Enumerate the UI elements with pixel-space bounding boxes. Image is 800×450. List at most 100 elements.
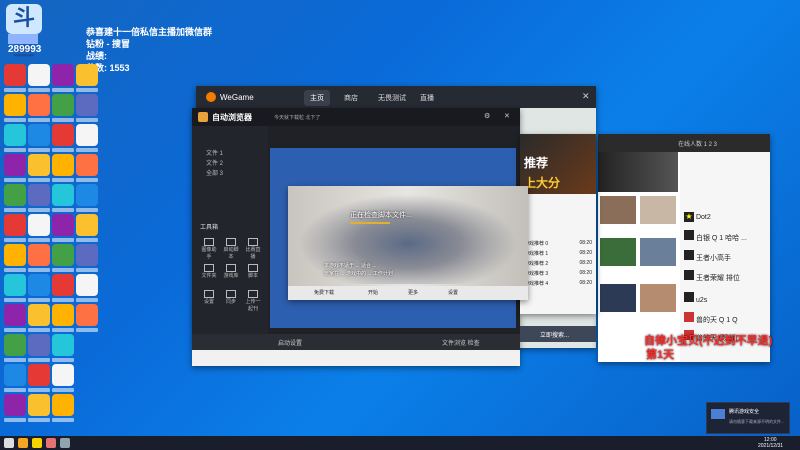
desktop-shortcut-icon[interactable]	[52, 334, 74, 356]
list-item[interactable]: 文件 2	[206, 158, 223, 167]
dialog-button[interactable]: 开始	[368, 289, 378, 296]
desktop-shortcut-icon[interactable]	[76, 154, 98, 176]
desktop-shortcut-icon[interactable]	[76, 274, 98, 296]
desktop-shortcut-icon[interactable]	[4, 184, 26, 206]
taskbar-app-icon[interactable]	[46, 438, 56, 448]
desktop-shortcut-icon[interactable]	[28, 214, 50, 236]
sidebar-tool[interactable]: 启动脚本	[222, 238, 240, 260]
desktop-shortcut-icon[interactable]	[28, 94, 50, 116]
dialog-button[interactable]: 免费下载	[314, 289, 334, 296]
desktop-shortcut-icon[interactable]	[76, 64, 98, 86]
list-item[interactable]: 文件 1	[206, 148, 223, 157]
desktop-shortcut-icon[interactable]	[4, 394, 26, 416]
desktop-shortcut-icon[interactable]	[28, 154, 50, 176]
chat-item: 兽的天 Q 1 Q	[684, 312, 738, 325]
desktop-shortcut-label	[52, 238, 74, 242]
sidebar-tool[interactable]: 图像助手	[200, 238, 218, 260]
desktop-shortcut-icon[interactable]	[76, 244, 98, 266]
desktop: { "overlay": { "logo": "斗鱼", "room_count…	[0, 0, 800, 450]
video-thumb[interactable]	[640, 196, 676, 224]
desktop-shortcut-icon[interactable]	[52, 244, 74, 266]
desktop-shortcut-icon[interactable]	[4, 364, 26, 386]
video-thumb[interactable]	[600, 196, 636, 224]
dialog-button[interactable]: 更多	[408, 289, 418, 296]
desktop-shortcut-icon[interactable]	[52, 154, 74, 176]
desktop-shortcut-icon[interactable]	[52, 214, 74, 236]
desktop-shortcut-label	[28, 118, 50, 122]
video-thumb[interactable]	[600, 284, 636, 312]
desktop-shortcut-icon[interactable]	[52, 124, 74, 146]
list-item[interactable]: 游戏推荐 4 08:20	[524, 280, 592, 290]
desktop-shortcut-icon[interactable]	[28, 124, 50, 146]
desktop-shortcut-icon[interactable]	[52, 394, 74, 416]
desktop-shortcut-icon[interactable]	[4, 214, 26, 236]
list-item[interactable]: 游戏推荐 0 08:20	[524, 240, 592, 250]
desktop-shortcut-icon[interactable]	[4, 274, 26, 296]
sidebar-tool[interactable]: 同步	[222, 290, 240, 305]
desktop-shortcut-icon[interactable]	[28, 64, 50, 86]
list-item[interactable]: 全部 3	[206, 168, 223, 177]
taskbar-app-icon[interactable]	[18, 438, 28, 448]
wegame-brand: WeGame	[220, 93, 254, 102]
search-label: 立即搜索...	[540, 333, 570, 339]
desktop-shortcut-icon[interactable]	[4, 154, 26, 176]
video-thumb[interactable]	[640, 284, 676, 312]
sidebar-tool[interactable]: 上传一起刊	[244, 290, 262, 312]
banner-sub: 上大分	[524, 176, 561, 190]
sidebar-tool[interactable]: 脚本	[244, 264, 262, 279]
close-icon[interactable]: ✕	[504, 112, 510, 120]
desktop-shortcut-icon[interactable]	[4, 334, 26, 356]
desktop-shortcut-label	[28, 208, 50, 212]
tab-test[interactable]: 无畏测试	[378, 93, 406, 103]
sidebar-tool[interactable]: 设置	[200, 290, 218, 305]
desktop-shortcut-icon[interactable]	[28, 184, 50, 206]
launch-settings[interactable]: 启动设置	[278, 338, 302, 347]
taskbar-app-icon[interactable]	[32, 438, 42, 448]
desktop-shortcut-icon[interactable]	[28, 334, 50, 356]
desktop-shortcut-icon[interactable]	[52, 64, 74, 86]
dialog-button[interactable]: 设置	[448, 289, 458, 296]
sidebar-tool[interactable]: 游戏库	[222, 264, 240, 279]
desktop-shortcut-icon[interactable]	[76, 304, 98, 326]
search-strip[interactable]: 立即搜索...	[520, 326, 596, 342]
desktop-shortcut-icon[interactable]	[52, 304, 74, 326]
desktop-shortcut-icon[interactable]	[4, 304, 26, 326]
list-item[interactable]: 游戏推荐 2 08:20	[524, 260, 592, 270]
desktop-shortcut-label	[4, 208, 26, 212]
sidebar-tool[interactable]: 文件夹	[200, 264, 218, 279]
desktop-shortcut-icon[interactable]	[52, 274, 74, 296]
desktop-shortcut-label	[4, 178, 26, 182]
list-item[interactable]: 游戏推荐 3 08:20	[524, 270, 592, 280]
video-header-label: 在线人数 1 2 3	[678, 142, 718, 148]
desktop-shortcut-icon[interactable]	[76, 94, 98, 116]
overlay-line: 恭喜建十一倍私信主播加微信群	[86, 27, 213, 37]
desktop-shortcut-icon[interactable]	[76, 184, 98, 206]
notification-toast[interactable]: 腾讯游戏安全 请勿随意下载来源不明的文件...	[706, 402, 790, 434]
desktop-shortcut-icon[interactable]	[4, 244, 26, 266]
desktop-shortcut-icon[interactable]	[4, 94, 26, 116]
start-icon[interactable]	[4, 438, 14, 448]
tab-home[interactable]: 主页	[304, 90, 330, 106]
desktop-shortcut-icon[interactable]	[28, 244, 50, 266]
taskbar-app-icon[interactable]	[60, 438, 70, 448]
desktop-shortcut-icon[interactable]	[28, 394, 50, 416]
tab-store[interactable]: 商店	[344, 93, 358, 103]
settings-icon[interactable]: ⚙	[484, 112, 490, 120]
video-thumb[interactable]	[600, 238, 636, 266]
desktop-shortcut-icon[interactable]	[52, 94, 74, 116]
sidebar-tool[interactable]: 比赛直播	[244, 238, 262, 260]
desktop-shortcut-icon[interactable]	[52, 364, 74, 386]
desktop-shortcut-icon[interactable]	[28, 304, 50, 326]
tab-live[interactable]: 直播	[420, 93, 434, 103]
desktop-shortcut-icon[interactable]	[76, 214, 98, 236]
desktop-shortcut-icon[interactable]	[4, 124, 26, 146]
desktop-shortcut-icon[interactable]	[76, 124, 98, 146]
desktop-shortcut-icon[interactable]	[52, 184, 74, 206]
desktop-shortcut-icon[interactable]	[4, 64, 26, 86]
desktop-shortcut-icon[interactable]	[28, 274, 50, 296]
desktop-shortcut-label	[28, 298, 50, 302]
close-icon[interactable]: ✕	[582, 91, 590, 102]
desktop-shortcut-icon[interactable]	[28, 364, 50, 386]
video-thumb[interactable]	[640, 238, 676, 266]
list-item[interactable]: 游戏推荐 1 08:20	[524, 250, 592, 260]
